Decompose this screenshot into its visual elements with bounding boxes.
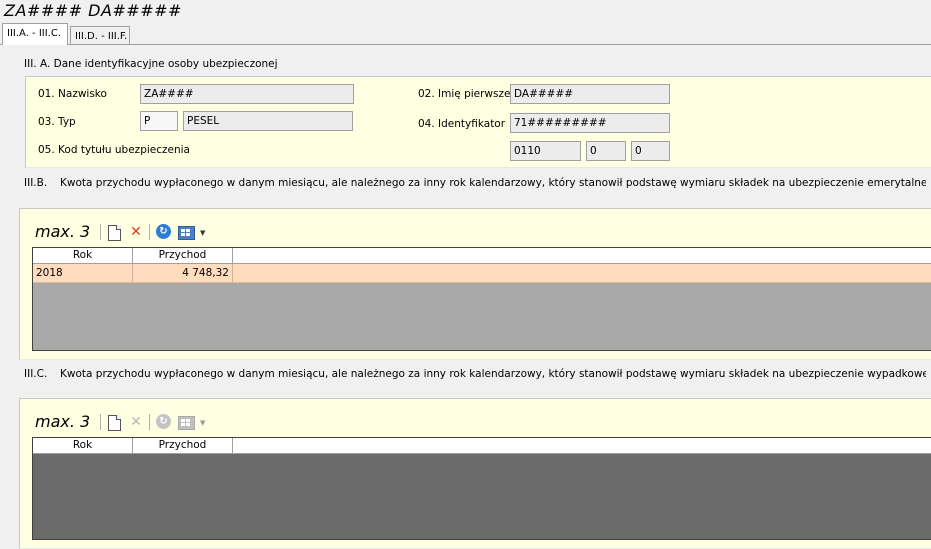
typ-code-field[interactable]: P (140, 111, 178, 131)
cell-przychod[interactable]: 4 748,32 (133, 264, 233, 282)
section-c-code: III.C. (24, 368, 48, 380)
imie-field[interactable]: DA##### (510, 84, 670, 104)
toolbar-separator (100, 224, 101, 240)
toolbar-separator (149, 224, 150, 240)
kod-tytulu-part2-field[interactable]: 0 (586, 141, 626, 161)
column-header-przychod[interactable]: Przychod (133, 438, 233, 453)
chevron-down-icon[interactable]: ▼ (200, 229, 205, 237)
grid-header: Rok Przychod (33, 438, 931, 454)
window-title: ZA#### DA##### (4, 1, 182, 20)
identyfikator-label: 04. Identyfikator (418, 118, 506, 130)
new-document-icon[interactable] (106, 224, 122, 241)
section-c-header: Kwota przychodu wypłaconego w danym mies… (60, 368, 926, 380)
section-c-max-label: max. 3 (35, 412, 91, 431)
cell-rok[interactable]: 2018 (33, 264, 133, 282)
column-header-przychod[interactable]: Przychod (133, 248, 233, 263)
kod-tytulu-part3-field[interactable]: 0 (631, 141, 670, 161)
section-b-grid[interactable]: Rok Przychod 2018 4 748,32 (32, 247, 931, 351)
imie-label: 02. Imię pierwsze (418, 88, 511, 100)
grid-header: Rok Przychod (33, 248, 931, 264)
chevron-down-icon: ▼ (200, 419, 206, 427)
section-a-header: III. A. Dane identyfikacyjne osoby ubezp… (24, 58, 278, 70)
section-b-panel: max. 3 ✕ ↻ ▼ Rok Przychod 2018 4 748,32 (19, 208, 931, 360)
section-a-panel: 01. Nazwisko ZA#### 02. Imię pierwsze DA… (25, 76, 931, 168)
section-b-code: III.B. (24, 177, 48, 189)
new-document-icon[interactable] (106, 414, 122, 431)
refresh-icon[interactable]: ↻ (156, 224, 172, 240)
nazwisko-field[interactable]: ZA#### (140, 84, 354, 104)
typ-label: 03. Typ (38, 116, 76, 128)
typ-name-field: PESEL (183, 111, 353, 131)
tab-iii-d-f[interactable]: III.D. - III.F. (70, 26, 130, 45)
toolbar-separator (149, 414, 150, 430)
tab-iii-a-c[interactable]: III.A. - III.C. (2, 23, 68, 45)
identyfikator-field[interactable]: 71######### (510, 113, 670, 133)
column-header-rok[interactable]: Rok (33, 248, 133, 263)
kod-tytulu-part1-field[interactable]: 0110 (510, 141, 581, 161)
nazwisko-label: 01. Nazwisko (38, 88, 107, 100)
column-header-rok[interactable]: Rok (33, 438, 133, 453)
delete-icon: ✕ (130, 414, 142, 430)
table-icon (178, 414, 195, 430)
toolbar-separator (100, 414, 101, 430)
section-c-panel: max. 3 ✕ ↻ ▼ Rok Przychod (19, 398, 931, 549)
refresh-icon: ↻ (156, 414, 172, 430)
delete-icon[interactable]: ✕ (128, 224, 144, 240)
table-row[interactable]: 2018 4 748,32 (33, 264, 931, 283)
section-b-header: Kwota przychodu wypłaconego w danym mies… (60, 177, 926, 189)
section-b-max-label: max. 3 (35, 222, 91, 241)
section-c-grid[interactable]: Rok Przychod (32, 437, 931, 540)
table-icon[interactable] (178, 224, 195, 240)
tab-underline (0, 44, 931, 45)
kod-tytulu-label: 05. Kod tytułu ubezpieczenia (38, 144, 190, 156)
